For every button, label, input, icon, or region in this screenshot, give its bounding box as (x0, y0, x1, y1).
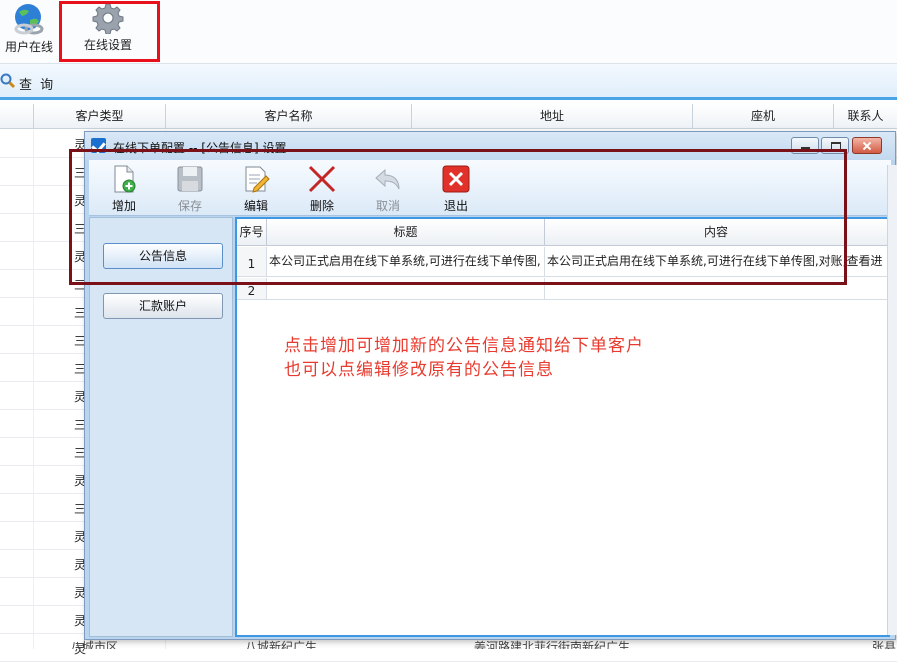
header-customer-name[interactable]: 客户名称 (165, 104, 411, 129)
annotation-line-2: 也可以点编辑修改原有的公告信息 (284, 360, 554, 380)
remittance-account-button[interactable]: 汇款账户 (103, 293, 223, 319)
header-phone[interactable]: 座机 (692, 104, 833, 129)
user-online-button[interactable]: 用户在线 (0, 0, 58, 60)
query-bar: 查 询 (0, 64, 897, 100)
annotation-line-1: 点击增加可增加新的公告信息通知给下单客户 (284, 336, 644, 356)
top-ribbon: 用户在线 在线设置 (0, 0, 897, 64)
header-spacer (0, 104, 33, 129)
customer-grid-header: 客户类型 客户名称 地址 座机 联系人 (0, 104, 897, 129)
magnifier-icon[interactable] (0, 73, 16, 89)
close-window-button[interactable] (852, 137, 882, 154)
highlight-box-toolbar-grid (69, 149, 847, 285)
header-contact[interactable]: 联系人 (833, 104, 897, 129)
user-online-label: 用户在线 (4, 40, 53, 54)
highlight-box-settings (59, 1, 160, 62)
header-address[interactable]: 地址 (411, 104, 692, 129)
vertical-scrollbar[interactable] (887, 165, 897, 635)
globe-link-icon (14, 4, 44, 35)
header-customer-type[interactable]: 客户类型 (33, 104, 165, 129)
query-button-label[interactable]: 查 询 (19, 74, 55, 93)
